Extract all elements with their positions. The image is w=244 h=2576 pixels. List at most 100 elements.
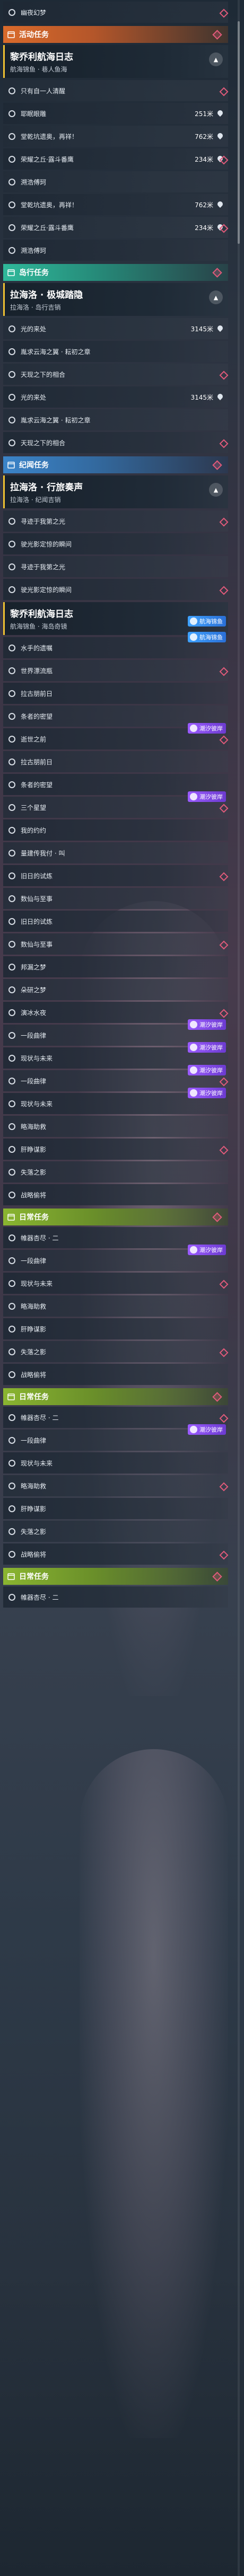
scrollbar[interactable] (238, 0, 240, 2576)
section-header-daily[interactable]: 日常任务 (3, 1568, 228, 1585)
quest-card[interactable]: 拉海洛 · 行旅奏声 拉海洛 · 纪闻吉销 ▲ (3, 475, 228, 508)
circle-icon (8, 178, 15, 186)
objective-item[interactable]: 只有自一人清醒 (3, 80, 229, 101)
objective-item[interactable]: 水手的遗嘱 航海锦鱼 (3, 632, 228, 658)
location-pin-icon[interactable] (217, 394, 223, 400)
objective-item[interactable]: 耶眠眼雕 251米 (3, 103, 228, 124)
calendar-icon (6, 1212, 16, 1222)
objective-item[interactable]: 失落之影 (3, 1521, 228, 1542)
objective-item[interactable]: 天现之下的相合 (3, 432, 229, 453)
objective-label: 现状与未来 (21, 1100, 53, 1108)
objective-item[interactable]: 略海助救 (3, 1116, 228, 1137)
section-header-daily[interactable]: 日常任务 (3, 1208, 228, 1225)
objective-item[interactable]: 三个星望 潮汐彼岸 (3, 791, 229, 818)
objective-item[interactable]: 朵研之梦 (3, 979, 228, 1000)
objective-item[interactable]: 驶光影定惊的瞬间 (3, 533, 228, 554)
objective-item[interactable]: 旧日的试炼 (3, 865, 229, 886)
portrait-icon (190, 1426, 197, 1433)
objective-item[interactable]: 肝睁谋影 (3, 1139, 229, 1160)
circle-icon (8, 1371, 15, 1378)
objective-label: 失落之影 (21, 1528, 47, 1536)
objective-badge: 潮汐彼岸 (188, 1065, 226, 1075)
quest-card[interactable]: 黎乔利航海日志 航海锦鱼 · 巷人鱼海 ▲ (3, 45, 228, 78)
objective-label: 荣耀之丘·露斗番鹰 (21, 224, 74, 232)
objective-item[interactable]: 溯浩傅珂 (3, 240, 228, 261)
location-pin-icon[interactable] (217, 133, 223, 139)
objective-label: 旧日的试炼 (21, 872, 53, 880)
objective-item[interactable]: 世界漂流瓶 (3, 660, 229, 681)
objective-item[interactable]: 我的约约 (3, 819, 228, 841)
objective-label: 光的来处 (21, 325, 47, 333)
objective-label: 胤求云海之翼 · 耘初之章 (21, 416, 91, 424)
circle-icon (8, 1234, 15, 1241)
badge-label: 潮汐彼岸 (199, 1247, 223, 1254)
objective-item[interactable]: 堂乾坑遗奥，再祥！ 762米 (3, 194, 228, 215)
collapse-button[interactable]: ▲ (209, 290, 223, 304)
section-header-event[interactable]: 活动任务 (3, 26, 228, 43)
calendar-icon (6, 1392, 16, 1401)
objective-item[interactable]: 荣耀之丘·露斗番鹰 234米 (3, 217, 229, 238)
objective-item[interactable]: 帷器杏尽 · 二 (3, 1586, 228, 1608)
objective-item[interactable]: 逝世之前 潮汐彼岸 (3, 723, 229, 749)
circle-icon (8, 1302, 15, 1310)
objective-item[interactable]: 肝睁谋影 (3, 1498, 228, 1519)
section-header-daily[interactable]: 日常任务 (3, 1388, 228, 1405)
objective-item[interactable]: 寻迹于我第之光 (3, 510, 229, 532)
distance-label: 762米 (195, 133, 213, 140)
objective-item[interactable]: 光的来处 3145米 (3, 318, 228, 339)
objective-item[interactable]: 失落之影 (3, 1341, 229, 1362)
circle-icon (8, 540, 15, 548)
objective-item[interactable]: 邦漏之梦 (3, 956, 228, 977)
objective-item[interactable]: 量建传我付 · 叫 (3, 842, 228, 863)
objective-item[interactable]: 光的来处 3145米 (3, 386, 228, 408)
objective-item[interactable]: 一段曲律 潮汐彼岸 (3, 1424, 228, 1451)
objective-label: 寻迹于我第之光 (21, 517, 66, 525)
location-pin-icon[interactable] (217, 201, 223, 208)
objective-item[interactable]: 寻迹于我第之光 (3, 556, 228, 577)
objective-item[interactable]: 胤求云海之翼 · 耘初之章 (3, 341, 228, 362)
quest-card[interactable]: 黎乔利航海日志 航海锦鱼 · 海岛奇镜 航海锦鱼 (3, 602, 228, 635)
background-figure (80, 1749, 228, 2438)
objective-item[interactable]: 略海助救 (3, 1295, 228, 1317)
badge-label: 航海锦鱼 (199, 634, 223, 641)
objective-item[interactable]: 拉古朋前日 (3, 683, 228, 704)
collapse-button[interactable]: ▲ (209, 52, 223, 66)
objective-item[interactable]: 失落之影 (3, 1161, 228, 1183)
location-pin-icon[interactable] (217, 325, 223, 332)
location-pin-icon[interactable] (217, 110, 223, 117)
objective-item[interactable]: 旧日的试炼 (3, 911, 228, 932)
objective-item[interactable]: 一段曲律 潮汐彼岸 (3, 1245, 228, 1271)
objective-item[interactable]: 胤求云海之翼 · 耘初之章 (3, 409, 228, 430)
objective-item[interactable]: 幽夜幻梦 (3, 2, 229, 23)
objective-item[interactable]: 现状与未来 (3, 1273, 229, 1294)
objective-item[interactable]: 战略偷将 (3, 1543, 229, 1565)
objective-item[interactable]: 拉古朋前日 (3, 751, 228, 772)
objective-item[interactable]: 现状与未来 (3, 1452, 228, 1474)
circle-icon (8, 1550, 15, 1558)
objective-label: 现状与未来 (21, 1054, 53, 1062)
objective-item[interactable]: 天现之下的相合 (3, 364, 229, 385)
objective-item[interactable]: 溯浩傅珂 (3, 171, 228, 192)
circle-icon (8, 348, 15, 355)
objective-item[interactable]: 数仙与至事 (3, 933, 229, 955)
objective-item[interactable]: 堂乾坑遗奥，再祥！ 762米 (3, 126, 228, 147)
quest-badge: 航海锦鱼 (188, 616, 226, 627)
objective-label: 堂乾坑遗奥，再祥！ (21, 133, 79, 140)
objective-label: 天现之下的相合 (21, 370, 66, 378)
section-header-invite[interactable]: 纪闻任务 (3, 456, 228, 473)
circle-icon (8, 1077, 15, 1084)
objective-item[interactable]: 战略偷将 (3, 1364, 228, 1385)
objective-item[interactable]: 驶光影定惊的瞬间 (3, 579, 229, 600)
objective-item[interactable]: 略海助救 (3, 1475, 229, 1496)
scrollbar-thumb[interactable] (238, 21, 240, 244)
objective-item[interactable]: 荣耀之丘·露斗番鹰 234米 (3, 148, 229, 170)
objective-item[interactable]: 现状与未来 潮汐彼岸 (3, 1088, 228, 1114)
section-header-side[interactable]: 岛行任务 (3, 264, 228, 281)
objective-item[interactable]: 数仙与至事 (3, 888, 228, 909)
objective-item[interactable]: 战略偷将 (3, 1184, 228, 1205)
quest-card[interactable]: 拉海洛 · 极城踏隐 拉海洛 · 岛行吉销 ▲ (3, 283, 228, 316)
circle-icon (8, 110, 15, 117)
objective-item[interactable]: 肝睁谋影 (3, 1318, 228, 1339)
objective-label: 战略偷将 (21, 1550, 47, 1558)
collapse-button[interactable]: ▲ (209, 483, 223, 497)
